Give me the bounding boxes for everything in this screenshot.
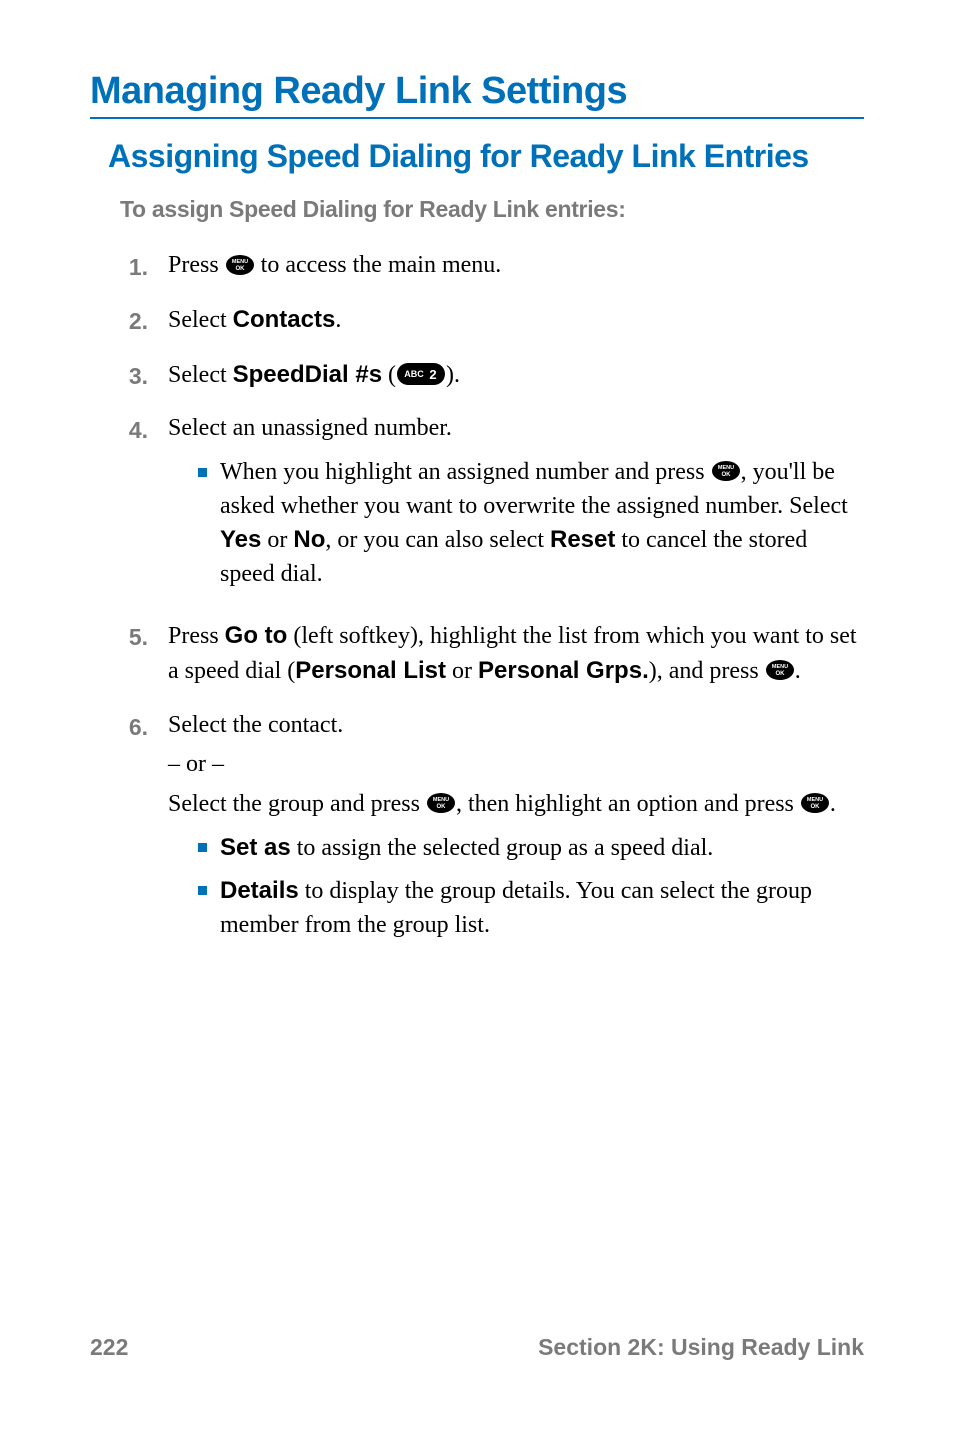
step-text: ( <box>382 362 396 388</box>
menu-ok-icon: MENUOK <box>800 792 830 814</box>
step-body: Select SpeedDial #s ( ABC 2). <box>168 358 864 393</box>
section-label: Section 2K: Using Ready Link <box>538 1334 864 1361</box>
step-text: to access the main menu. <box>255 252 502 278</box>
menu-ok-icon: MENUOK <box>765 659 795 681</box>
step-text: Select the group and press <box>168 791 426 817</box>
svg-text:OK: OK <box>721 472 731 478</box>
svg-text:ABC: ABC <box>404 369 424 379</box>
svg-text:OK: OK <box>235 266 245 272</box>
bold-term: Go to <box>225 622 288 649</box>
step-text: ), and press <box>649 658 765 684</box>
step-3: 3. Select SpeedDial #s ( ABC 2). <box>110 358 864 393</box>
bullet-item: Set as to assign the selected group as a… <box>198 831 864 866</box>
menu-ok-icon: MENUOK <box>426 792 456 814</box>
page-number: 222 <box>90 1334 128 1361</box>
step-number: 1. <box>110 249 148 283</box>
bold-term: Personal List <box>295 657 446 684</box>
page: Managing Ready Link Settings Assigning S… <box>0 0 954 1431</box>
step-body: Press Go to (left softkey), highlight th… <box>168 619 864 688</box>
bullet-text: or <box>261 527 293 553</box>
bold-term: No <box>293 526 325 553</box>
abc-2-key-icon: ABC 2 <box>396 362 446 386</box>
step-text: Select <box>168 307 233 333</box>
menu-ok-icon: MENUOK <box>711 460 741 482</box>
section-heading: Assigning Speed Dialing for Ready Link E… <box>108 137 864 176</box>
svg-text:MENU: MENU <box>232 259 248 265</box>
bullet-text: , or you can also select <box>325 527 550 553</box>
page-title: Managing Ready Link Settings <box>90 70 864 113</box>
step-5: 5. Press Go to (left softkey), highlight… <box>110 619 864 688</box>
step-number: 6. <box>110 709 148 743</box>
steps-list: 1. Press MENUOK to access the main menu.… <box>110 249 864 950</box>
step-text: Press <box>168 252 225 278</box>
svg-text:MENU: MENU <box>772 664 788 670</box>
step-text: Select an unassigned number. <box>168 415 452 441</box>
step-number: 2. <box>110 303 148 337</box>
or-separator: – or – <box>168 748 864 782</box>
svg-text:OK: OK <box>810 804 820 810</box>
bold-term: SpeedDial #s <box>233 361 382 388</box>
bullet-text: to display the group details. You can se… <box>220 878 812 938</box>
lead-text: To assign Speed Dialing for Ready Link e… <box>120 196 864 223</box>
step-text: Select <box>168 362 233 388</box>
bold-term: Contacts <box>233 306 336 333</box>
bullet-item: Details to display the group details. Yo… <box>198 874 864 942</box>
step-text: . <box>335 307 341 333</box>
bold-term: Set as <box>220 834 291 861</box>
sub-bullets: Set as to assign the selected group as a… <box>168 831 864 942</box>
step-number: 4. <box>110 412 148 446</box>
svg-text:OK: OK <box>775 671 785 677</box>
step-number: 3. <box>110 358 148 392</box>
bold-term: Reset <box>550 526 615 553</box>
step-4: 4. Select an unassigned number. When you… <box>110 412 864 599</box>
svg-text:MENU: MENU <box>717 465 733 471</box>
step-1: 1. Press MENUOK to access the main menu. <box>110 249 864 283</box>
svg-text:MENU: MENU <box>807 797 823 803</box>
step-text: Select the contact. <box>168 712 343 738</box>
bold-term: Yes <box>220 526 261 553</box>
bullet-item: When you highlight an assigned number an… <box>198 456 864 591</box>
step-text: or <box>446 658 478 684</box>
title-rule <box>90 117 864 119</box>
bullet-text: to assign the selected group as a speed … <box>291 835 714 861</box>
svg-text:2: 2 <box>429 367 436 382</box>
step-text: . <box>830 791 836 817</box>
bullet-text: When you highlight an assigned number an… <box>220 459 711 485</box>
bold-term: Personal Grps. <box>478 657 649 684</box>
step-text: ). <box>446 362 460 388</box>
step-text: . <box>795 658 801 684</box>
step-text: , then highlight an option and press <box>456 791 800 817</box>
sub-bullets: When you highlight an assigned number an… <box>168 456 864 591</box>
step-body: Select an unassigned number. When you hi… <box>168 412 864 599</box>
step-number: 5. <box>110 619 148 653</box>
bold-term: Details <box>220 877 299 904</box>
step-body: Select Contacts. <box>168 303 864 338</box>
step-body: Press MENUOK to access the main menu. <box>168 249 864 283</box>
step-text: Press <box>168 623 225 649</box>
step-2: 2. Select Contacts. <box>110 303 864 338</box>
menu-ok-icon: MENUOK <box>225 254 255 276</box>
step-body: Select the contact. – or – Select the gr… <box>168 709 864 951</box>
svg-text:OK: OK <box>436 804 446 810</box>
svg-text:MENU: MENU <box>433 797 449 803</box>
page-footer: 222 Section 2K: Using Ready Link <box>90 1334 864 1361</box>
step-6: 6. Select the contact. – or – Select the… <box>110 709 864 951</box>
